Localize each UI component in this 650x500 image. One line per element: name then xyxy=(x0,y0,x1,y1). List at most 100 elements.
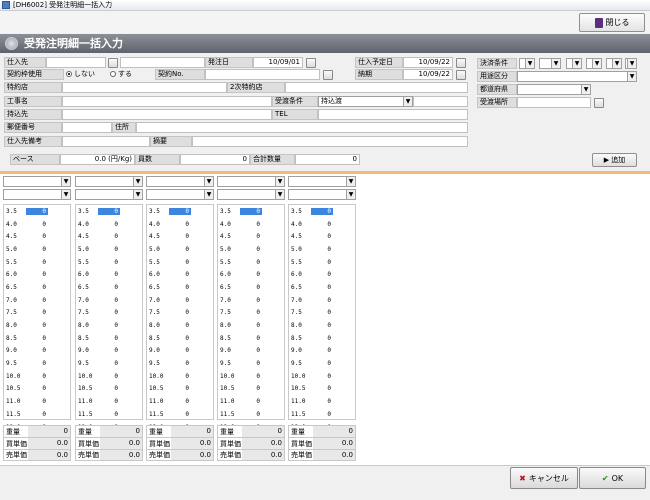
qty-cell[interactable]: 0 xyxy=(311,297,333,304)
qty-cell[interactable]: 0 xyxy=(26,284,48,291)
kessai-select-3[interactable]: ▼ xyxy=(566,58,582,69)
qty-cell[interactable]: 0 xyxy=(98,347,120,354)
column-1-select-2[interactable]: ▼ xyxy=(3,189,71,200)
qty-cell[interactable]: 0 xyxy=(98,233,120,240)
keiyaku-no-field[interactable] xyxy=(205,69,320,80)
jusho-field[interactable] xyxy=(136,122,468,133)
qty-cell[interactable]: 0 xyxy=(98,385,120,392)
qty-cell[interactable]: 0 xyxy=(26,309,48,316)
qty-cell[interactable]: 0 xyxy=(26,385,48,392)
qty-cell[interactable]: 0 xyxy=(169,373,191,380)
tokuyaku-field[interactable] xyxy=(62,82,227,93)
mochikomi-field[interactable] xyxy=(62,109,272,120)
radio-keiyaku-on[interactable]: する xyxy=(110,70,132,79)
column-5-select-1[interactable]: ▼ xyxy=(288,176,356,187)
qty-cell[interactable]: 0 xyxy=(311,411,333,418)
tel-field[interactable] xyxy=(318,109,468,120)
qty-cell[interactable]: 0 xyxy=(26,335,48,342)
column-5-select-2[interactable]: ▼ xyxy=(288,189,356,200)
qty-cell[interactable]: 0 xyxy=(311,284,333,291)
shiiresaki-search-button[interactable] xyxy=(108,58,118,68)
koujimei-field[interactable] xyxy=(62,96,272,107)
qty-cell[interactable]: 0 xyxy=(98,297,120,304)
kessai-select-5[interactable]: ▼ xyxy=(606,58,622,69)
niji-tokuyaku-field[interactable] xyxy=(285,82,468,93)
qty-cell[interactable]: 0 xyxy=(240,373,262,380)
qty-cell[interactable]: 0 xyxy=(169,360,191,367)
shiire-biko-field[interactable] xyxy=(62,136,150,147)
qty-cell[interactable]: 0 xyxy=(311,347,333,354)
column-4-select-1[interactable]: ▼ xyxy=(217,176,285,187)
qty-cell[interactable]: 0 xyxy=(240,221,262,228)
qty-cell[interactable]: 0 xyxy=(26,398,48,405)
qty-cell[interactable]: 0 xyxy=(311,207,333,215)
qty-cell[interactable]: 0 xyxy=(98,360,120,367)
nouki-calendar-button[interactable] xyxy=(456,70,466,80)
qty-cell[interactable]: 0 xyxy=(169,322,191,329)
shiire-yotei-calendar-button[interactable] xyxy=(456,58,466,68)
qty-cell[interactable]: 0 xyxy=(240,398,262,405)
close-button[interactable]: 閉じる xyxy=(579,13,645,32)
qty-cell[interactable]: 0 xyxy=(98,373,120,380)
qty-cell[interactable]: 0 xyxy=(98,411,120,418)
qty-cell[interactable]: 0 xyxy=(311,322,333,329)
qty-cell[interactable]: 0 xyxy=(240,259,262,266)
qty-cell[interactable]: 0 xyxy=(98,221,120,228)
qty-cell[interactable]: 0 xyxy=(26,259,48,266)
shiiresaki-field[interactable] xyxy=(46,57,106,68)
todofuken-select[interactable]: ▼ xyxy=(517,84,591,95)
qty-cell[interactable]: 0 xyxy=(311,360,333,367)
qty-cell[interactable]: 0 xyxy=(169,297,191,304)
qty-cell[interactable]: 0 xyxy=(169,246,191,253)
qty-cell[interactable]: 0 xyxy=(98,284,120,291)
qty-cell[interactable]: 0 xyxy=(311,271,333,278)
nouki-field[interactable]: 10/09/22 xyxy=(403,69,453,80)
qty-cell[interactable]: 0 xyxy=(26,347,48,354)
juto-select[interactable]: 持込渡 ▼ xyxy=(318,96,413,107)
qty-cell[interactable]: 0 xyxy=(240,284,262,291)
kessai-select-2[interactable]: ▼ xyxy=(539,58,561,69)
qty-cell[interactable]: 0 xyxy=(311,221,333,228)
qty-cell[interactable]: 0 xyxy=(311,309,333,316)
qty-cell[interactable]: 0 xyxy=(240,335,262,342)
ukewatashi-search-button[interactable] xyxy=(594,98,604,108)
qty-cell[interactable]: 0 xyxy=(169,411,191,418)
qty-cell[interactable]: 0 xyxy=(311,259,333,266)
qty-cell[interactable]: 0 xyxy=(240,246,262,253)
tekiyo-field[interactable] xyxy=(192,136,468,147)
qty-cell[interactable]: 0 xyxy=(240,360,262,367)
kessai-select-4[interactable]: ▼ xyxy=(586,58,602,69)
qty-cell[interactable]: 0 xyxy=(311,385,333,392)
qty-cell[interactable]: 0 xyxy=(98,246,120,253)
qty-cell[interactable]: 0 xyxy=(311,246,333,253)
column-2-select-1[interactable]: ▼ xyxy=(75,176,143,187)
qty-cell[interactable]: 0 xyxy=(240,309,262,316)
kessai-select-6[interactable]: ▼ xyxy=(625,58,637,69)
hacchubi-field[interactable]: 10/09/01 xyxy=(253,57,303,68)
qty-cell[interactable]: 0 xyxy=(169,284,191,291)
cancel-button[interactable]: ✖ キャンセル xyxy=(510,467,578,489)
qty-cell[interactable]: 0 xyxy=(98,207,120,215)
keiyaku-search-button[interactable] xyxy=(323,70,333,80)
qty-cell[interactable]: 0 xyxy=(169,233,191,240)
shiire-yotei-field[interactable]: 10/09/22 xyxy=(403,57,453,68)
qty-cell[interactable]: 0 xyxy=(240,297,262,304)
qty-cell[interactable]: 0 xyxy=(169,221,191,228)
kessai-select-1[interactable]: ▼ xyxy=(519,58,535,69)
qty-cell[interactable]: 0 xyxy=(240,322,262,329)
qty-cell[interactable]: 0 xyxy=(169,335,191,342)
qty-cell[interactable]: 0 xyxy=(26,207,48,215)
qty-cell[interactable]: 0 xyxy=(169,385,191,392)
qty-cell[interactable]: 0 xyxy=(26,233,48,240)
qty-cell[interactable]: 0 xyxy=(26,322,48,329)
qty-cell[interactable]: 0 xyxy=(98,259,120,266)
qty-cell[interactable]: 0 xyxy=(98,398,120,405)
qty-cell[interactable]: 0 xyxy=(169,309,191,316)
qty-cell[interactable]: 0 xyxy=(240,347,262,354)
hacchubi-calendar-button[interactable] xyxy=(306,58,316,68)
yubin-field[interactable] xyxy=(62,122,112,133)
qty-cell[interactable]: 0 xyxy=(26,373,48,380)
qty-cell[interactable]: 0 xyxy=(169,259,191,266)
qty-cell[interactable]: 0 xyxy=(240,271,262,278)
column-1-select-1[interactable]: ▼ xyxy=(3,176,71,187)
